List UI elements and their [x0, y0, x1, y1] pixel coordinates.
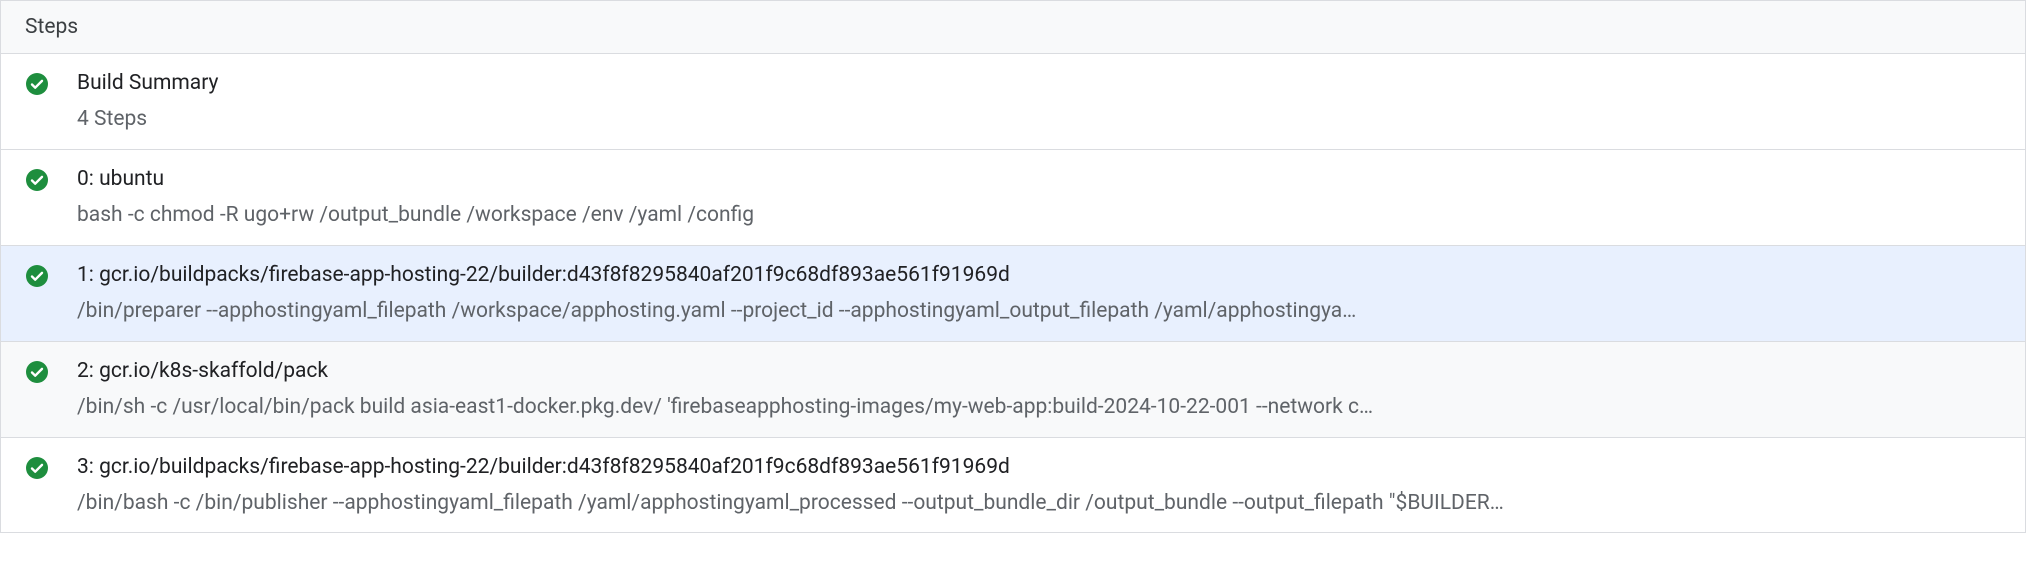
success-check-icon [25, 264, 49, 288]
success-check-icon [25, 360, 49, 384]
step-row-3[interactable]: 3: gcr.io/buildpacks/firebase-app-hostin… [1, 438, 2025, 533]
step-content: 2: gcr.io/k8s-skaffold/pack /bin/sh -c /… [77, 356, 2001, 423]
step-title: 0: ubuntu [77, 164, 2001, 194]
step-row-0[interactable]: 0: ubuntu bash -c chmod -R ugo+rw /outpu… [1, 150, 2025, 246]
step-title: 3: gcr.io/buildpacks/firebase-app-hostin… [77, 452, 2001, 482]
step-title: 1: gcr.io/buildpacks/firebase-app-hostin… [77, 260, 2001, 290]
step-row-2[interactable]: 2: gcr.io/k8s-skaffold/pack /bin/sh -c /… [1, 342, 2025, 438]
build-summary-row[interactable]: Build Summary 4 Steps [1, 54, 2025, 150]
step-row-1[interactable]: 1: gcr.io/buildpacks/firebase-app-hostin… [1, 246, 2025, 342]
status-icon-col [25, 68, 49, 96]
steps-header-title: Steps [25, 15, 78, 39]
build-steps-panel: Steps Build Summary 4 Steps [0, 0, 2026, 533]
summary-title: Build Summary [77, 68, 2001, 98]
step-command: /bin/bash -c /bin/publisher --apphosting… [77, 488, 2001, 518]
steps-header: Steps [1, 1, 2025, 54]
step-content: 0: ubuntu bash -c chmod -R ugo+rw /outpu… [77, 164, 2001, 231]
status-icon-col [25, 164, 49, 192]
success-check-icon [25, 168, 49, 192]
step-command: bash -c chmod -R ugo+rw /output_bundle /… [77, 200, 2001, 230]
step-title: 2: gcr.io/k8s-skaffold/pack [77, 356, 2001, 386]
step-content: 3: gcr.io/buildpacks/firebase-app-hostin… [77, 452, 2001, 519]
summary-content: Build Summary 4 Steps [77, 68, 2001, 135]
status-icon-col [25, 452, 49, 480]
step-command: /bin/sh -c /usr/local/bin/pack build asi… [77, 392, 2001, 422]
status-icon-col [25, 356, 49, 384]
success-check-icon [25, 72, 49, 96]
status-icon-col [25, 260, 49, 288]
step-command: /bin/preparer --apphostingyaml_filepath … [77, 296, 2001, 326]
summary-subtitle: 4 Steps [77, 104, 2001, 134]
success-check-icon [25, 456, 49, 480]
step-content: 1: gcr.io/buildpacks/firebase-app-hostin… [77, 260, 2001, 327]
